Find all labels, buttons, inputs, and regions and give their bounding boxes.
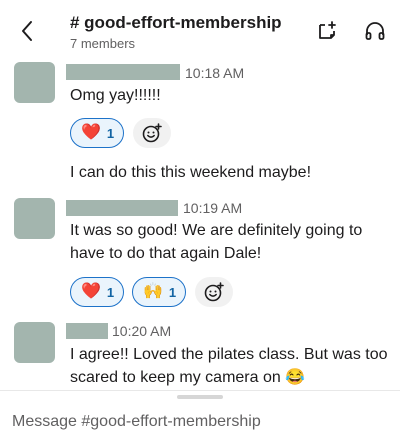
reaction-count: 1	[168, 284, 177, 300]
canvas-button[interactable]	[316, 20, 338, 42]
chevron-left-icon	[22, 21, 32, 41]
message-input[interactable]: Message #good-effort-membership	[12, 410, 388, 434]
channel-title[interactable]: # good-effort-membership	[70, 13, 282, 33]
reaction-count: 1	[106, 125, 115, 141]
add-emoji-icon	[142, 123, 162, 143]
add-emoji-icon	[204, 282, 224, 302]
avatar[interactable]	[14, 198, 55, 239]
message-text: I agree!! Loved the pilates class. But w…	[70, 346, 388, 386]
reaction-heart[interactable]: ❤️ 1	[70, 277, 124, 307]
heart-emoji: ❤️	[81, 283, 101, 300]
headphones-icon	[365, 22, 385, 40]
message-text: I can do this this weekend maybe!	[70, 164, 312, 181]
avatar[interactable]	[14, 62, 55, 103]
channel-header: # good-effort-membership 7 members	[0, 0, 400, 60]
message-timestamp[interactable]: 10:20 AM	[112, 323, 171, 339]
avatar[interactable]	[14, 322, 55, 363]
back-button[interactable]	[14, 18, 40, 44]
reaction-count: 1	[106, 284, 115, 300]
huddle-button[interactable]	[364, 20, 386, 42]
add-reaction-button[interactable]	[133, 118, 171, 148]
raised-hands-emoji: 🙌	[143, 283, 163, 300]
sender-name[interactable]	[66, 64, 180, 80]
reaction-raised-hands[interactable]: 🙌 1	[132, 277, 186, 307]
composer-divider	[0, 390, 400, 391]
add-reaction-button[interactable]	[195, 277, 233, 307]
heart-emoji: ❤️	[81, 124, 101, 141]
reaction-heart[interactable]: ❤️ 1	[70, 118, 124, 148]
new-canvas-icon	[319, 21, 336, 39]
message-timestamp[interactable]: 10:19 AM	[183, 200, 242, 216]
message-text: Omg yay!!!!!!	[70, 87, 161, 104]
sender-name[interactable]	[66, 200, 178, 216]
composer-drag-handle[interactable]	[177, 395, 223, 399]
message-timestamp[interactable]: 10:18 AM	[185, 65, 244, 81]
message-text: It was so good! We are definitely going …	[70, 222, 363, 262]
member-count[interactable]: 7 members	[70, 36, 135, 51]
sender-name[interactable]	[66, 323, 108, 339]
